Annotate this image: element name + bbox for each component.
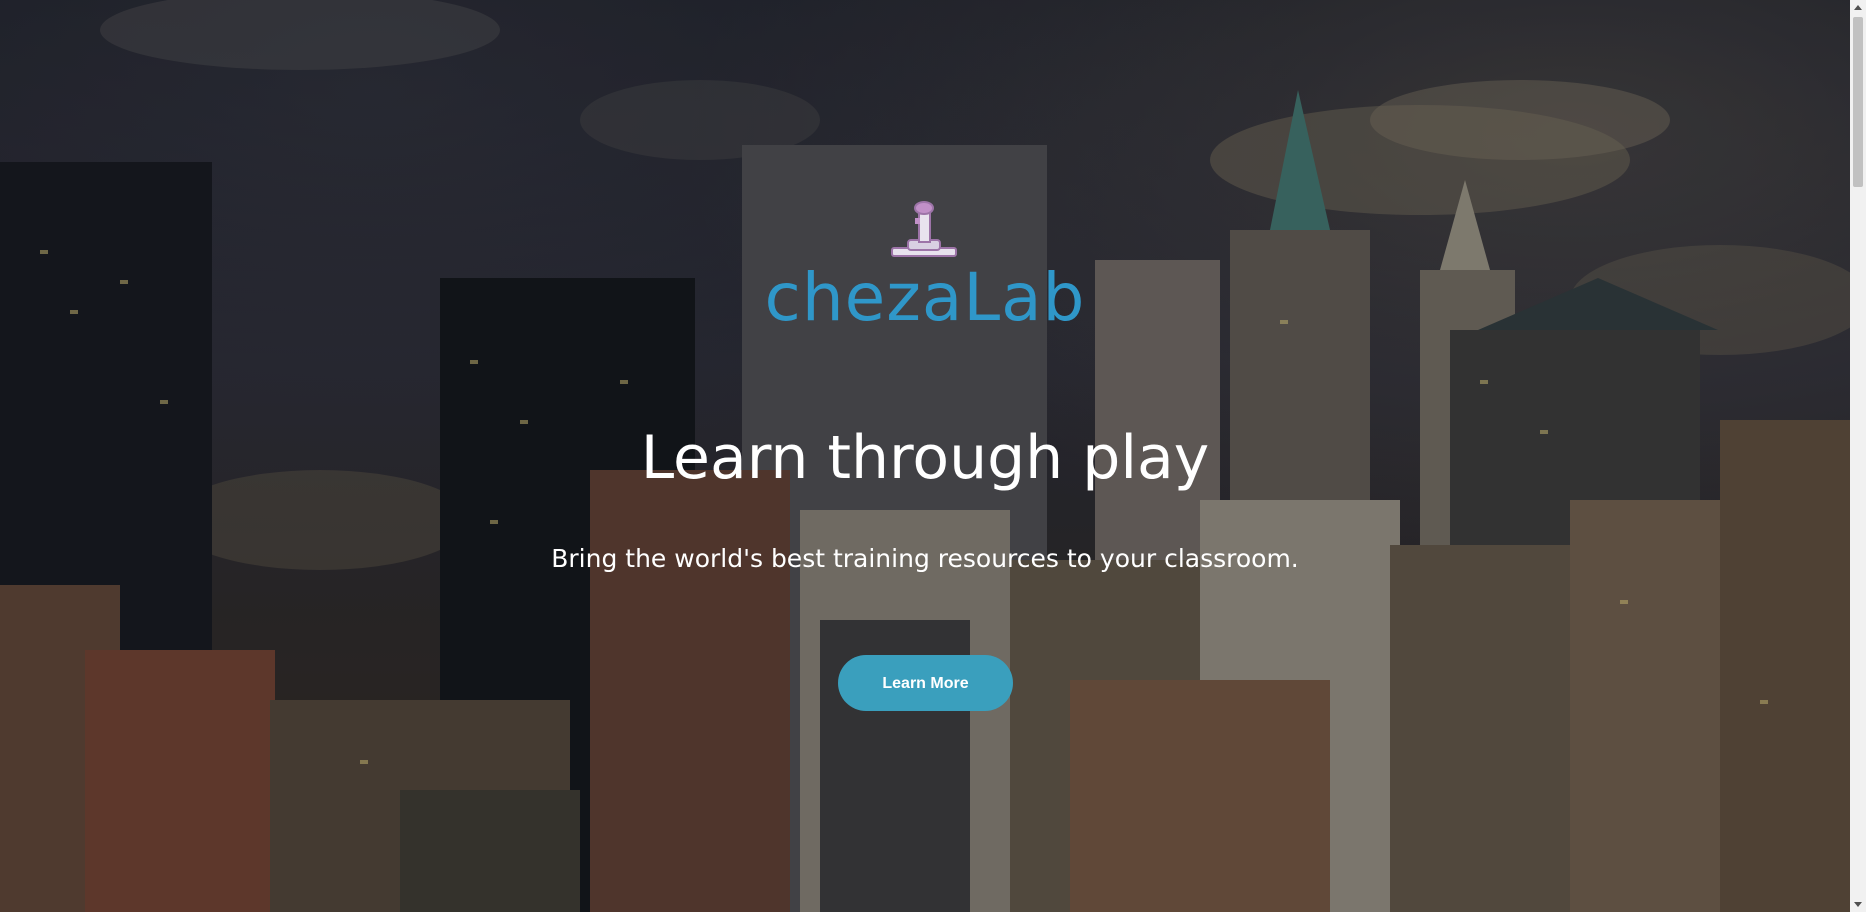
scrollbar-thumb[interactable] (1853, 17, 1863, 187)
scroll-up-icon[interactable] (1854, 5, 1862, 10)
hero-subheadline: Bring the world's best training resource… (551, 544, 1299, 573)
vertical-scrollbar[interactable] (1850, 0, 1866, 912)
scroll-down-icon[interactable] (1854, 902, 1862, 907)
learn-more-button[interactable]: Learn More (838, 655, 1013, 711)
brand-name[interactable]: chezaLab (0, 258, 1850, 338)
joystick-icon (891, 201, 957, 257)
hero-headline: Learn through play (640, 423, 1210, 493)
hero-section: chezaLab Learn through play Bring the wo… (0, 0, 1850, 912)
hero-content: chezaLab Learn through play Bring the wo… (0, 0, 1850, 912)
